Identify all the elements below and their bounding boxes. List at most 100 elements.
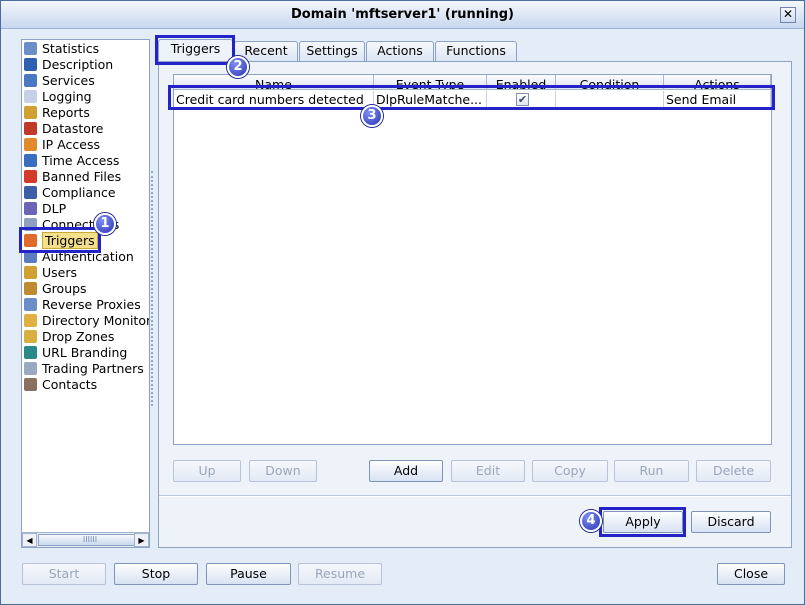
user-icon [24,266,37,279]
column-header-event-type[interactable]: Event Type [374,75,487,90]
sidebar-item-groups[interactable]: Groups [24,281,87,297]
enabled-checkbox[interactable]: ✔ [516,93,529,106]
sidebar-item-label: Statistics [42,41,100,56]
sidebar-item-label: Logging [42,89,92,104]
sidebar-item-label: Compliance [42,185,116,200]
sidebar-item-label: Triggers [42,232,98,249]
divider [159,495,791,497]
close-icon[interactable]: ✕ [780,7,796,23]
dropzone-icon [24,330,37,343]
sidebar-item-label: Authentication [42,249,134,264]
sidebar-item-label: Datastore [42,121,104,136]
sidebar-item-label: URL Branding [42,345,128,360]
sidebar-item-triggers[interactable]: Triggers [24,232,98,249]
sidebar-item-label: Contacts [42,377,98,392]
copy-button[interactable]: Copy [532,460,608,482]
connections-icon [24,218,37,231]
sidebar-item-label: Trading Partners [42,361,144,376]
start-button[interactable]: Start [22,563,106,585]
sidebar-item-dlp[interactable]: DLP [24,201,66,217]
column-header-condition[interactable]: Condition [556,75,664,90]
datastore-icon [24,122,37,135]
tab-functions[interactable]: Functions [435,41,517,61]
sidebar-item-label: Services [42,73,95,88]
reports-icon [24,106,37,119]
sidebar-item-statistics[interactable]: Statistics [24,41,99,57]
scroll-right-icon[interactable]: ▶ [134,533,149,547]
resume-button[interactable]: Resume [298,563,382,585]
sidebar-item-drop-zones[interactable]: Drop Zones [24,329,114,345]
sidebar-item-label: Directory Monitor [42,313,150,328]
cell-name: Credit card numbers detected [174,91,374,108]
apply-button[interactable]: Apply [603,511,683,533]
cell-actions: Send Email [664,91,771,108]
sidebar-item-label: Description [42,57,114,72]
globe-icon [24,346,37,359]
proxy-icon [24,298,37,311]
column-header-enabled[interactable]: Enabled [487,75,556,90]
sidebar-item-reverse-proxies[interactable]: Reverse Proxies [24,297,141,313]
sidebar-item-label: Reverse Proxies [42,297,141,312]
close-button[interactable]: Close [717,563,785,585]
sidebar-item-banned-files[interactable]: Banned Files [24,169,121,185]
add-button[interactable]: Add [369,460,443,482]
clock-icon [24,154,37,167]
sidebar-item-compliance[interactable]: Compliance [24,185,116,201]
ip-access-icon [24,138,37,151]
stop-button[interactable]: Stop [114,563,198,585]
sidebar-item-trading-partners[interactable]: Trading Partners [24,361,144,377]
step-badge-2: 2 [227,56,249,78]
step-badge-3: 3 [361,105,383,127]
sidebar-item-users[interactable]: Users [24,265,77,281]
sidebar-item-label: Time Access [42,153,120,168]
tab-settings[interactable]: Settings [299,41,365,61]
cell-condition [556,91,664,108]
discard-button[interactable]: Discard [691,511,771,533]
sidebar-item-label: Drop Zones [42,329,115,344]
person-icon [24,58,37,71]
sidebar-item-label: DLP [42,201,67,216]
sidebar-item-description[interactable]: Description [24,57,113,73]
directory-icon [24,314,37,327]
sidebar-item-contacts[interactable]: Contacts [24,377,97,393]
sidebar-item-label: Banned Files [42,169,122,184]
logging-icon [24,90,37,103]
sidebar-item-directory-monitor[interactable]: Directory Monitor [24,313,150,329]
pause-button[interactable]: Pause [206,563,291,585]
splitter-handle[interactable] [151,171,154,406]
step-badge-1: 1 [94,213,116,235]
sidebar-horizontal-scrollbar[interactable]: ◀ IIIIII ▶ [22,532,149,547]
sidebar: Statistics Description Services Logging Repo… [21,39,150,548]
column-header-actions[interactable]: Actions [664,75,771,90]
down-button[interactable]: Down [249,460,317,482]
window-title: Domain 'mftserver1' (running) [1,1,804,29]
sidebar-item-ip-access[interactable]: IP Access [24,137,100,153]
partners-icon [24,362,37,375]
sidebar-item-label: Groups [42,281,87,296]
up-button[interactable]: Up [173,460,241,482]
run-button[interactable]: Run [614,460,689,482]
sidebar-item-datastore[interactable]: Datastore [24,121,103,137]
delete-button[interactable]: Delete [696,460,771,482]
sidebar-item-services[interactable]: Services [24,73,95,89]
sidebar-item-label: Users [42,265,78,280]
edit-button[interactable]: Edit [451,460,525,482]
sidebar-item-label: Reports [42,105,90,120]
scroll-thumb[interactable]: IIIIII [38,534,142,546]
scroll-left-icon[interactable]: ◀ [22,533,37,547]
tab-actions[interactable]: Actions [366,41,434,61]
domain-window: Domain 'mftserver1' (running) ✕ Statisti… [0,0,805,605]
sidebar-item-time-access[interactable]: Time Access [24,153,119,169]
sidebar-item-url-branding[interactable]: URL Branding [24,345,127,361]
sidebar-item-authentication[interactable]: Authentication [24,249,134,265]
triggers-icon [24,234,37,247]
triggers-table: Name Event Type Enabled Condition Action… [173,74,772,445]
triggers-panel: Name Event Type Enabled Condition Action… [158,61,792,548]
statistics-icon [24,42,37,55]
column-header-name[interactable]: Name [174,75,374,90]
sidebar-item-reports[interactable]: Reports [24,105,90,121]
tab-triggers[interactable]: Triggers [158,39,233,62]
table-row[interactable]: Credit card numbers detected DlpRuleMatc… [174,91,771,108]
sidebar-item-logging[interactable]: Logging [24,89,92,105]
banned-icon [24,170,37,183]
